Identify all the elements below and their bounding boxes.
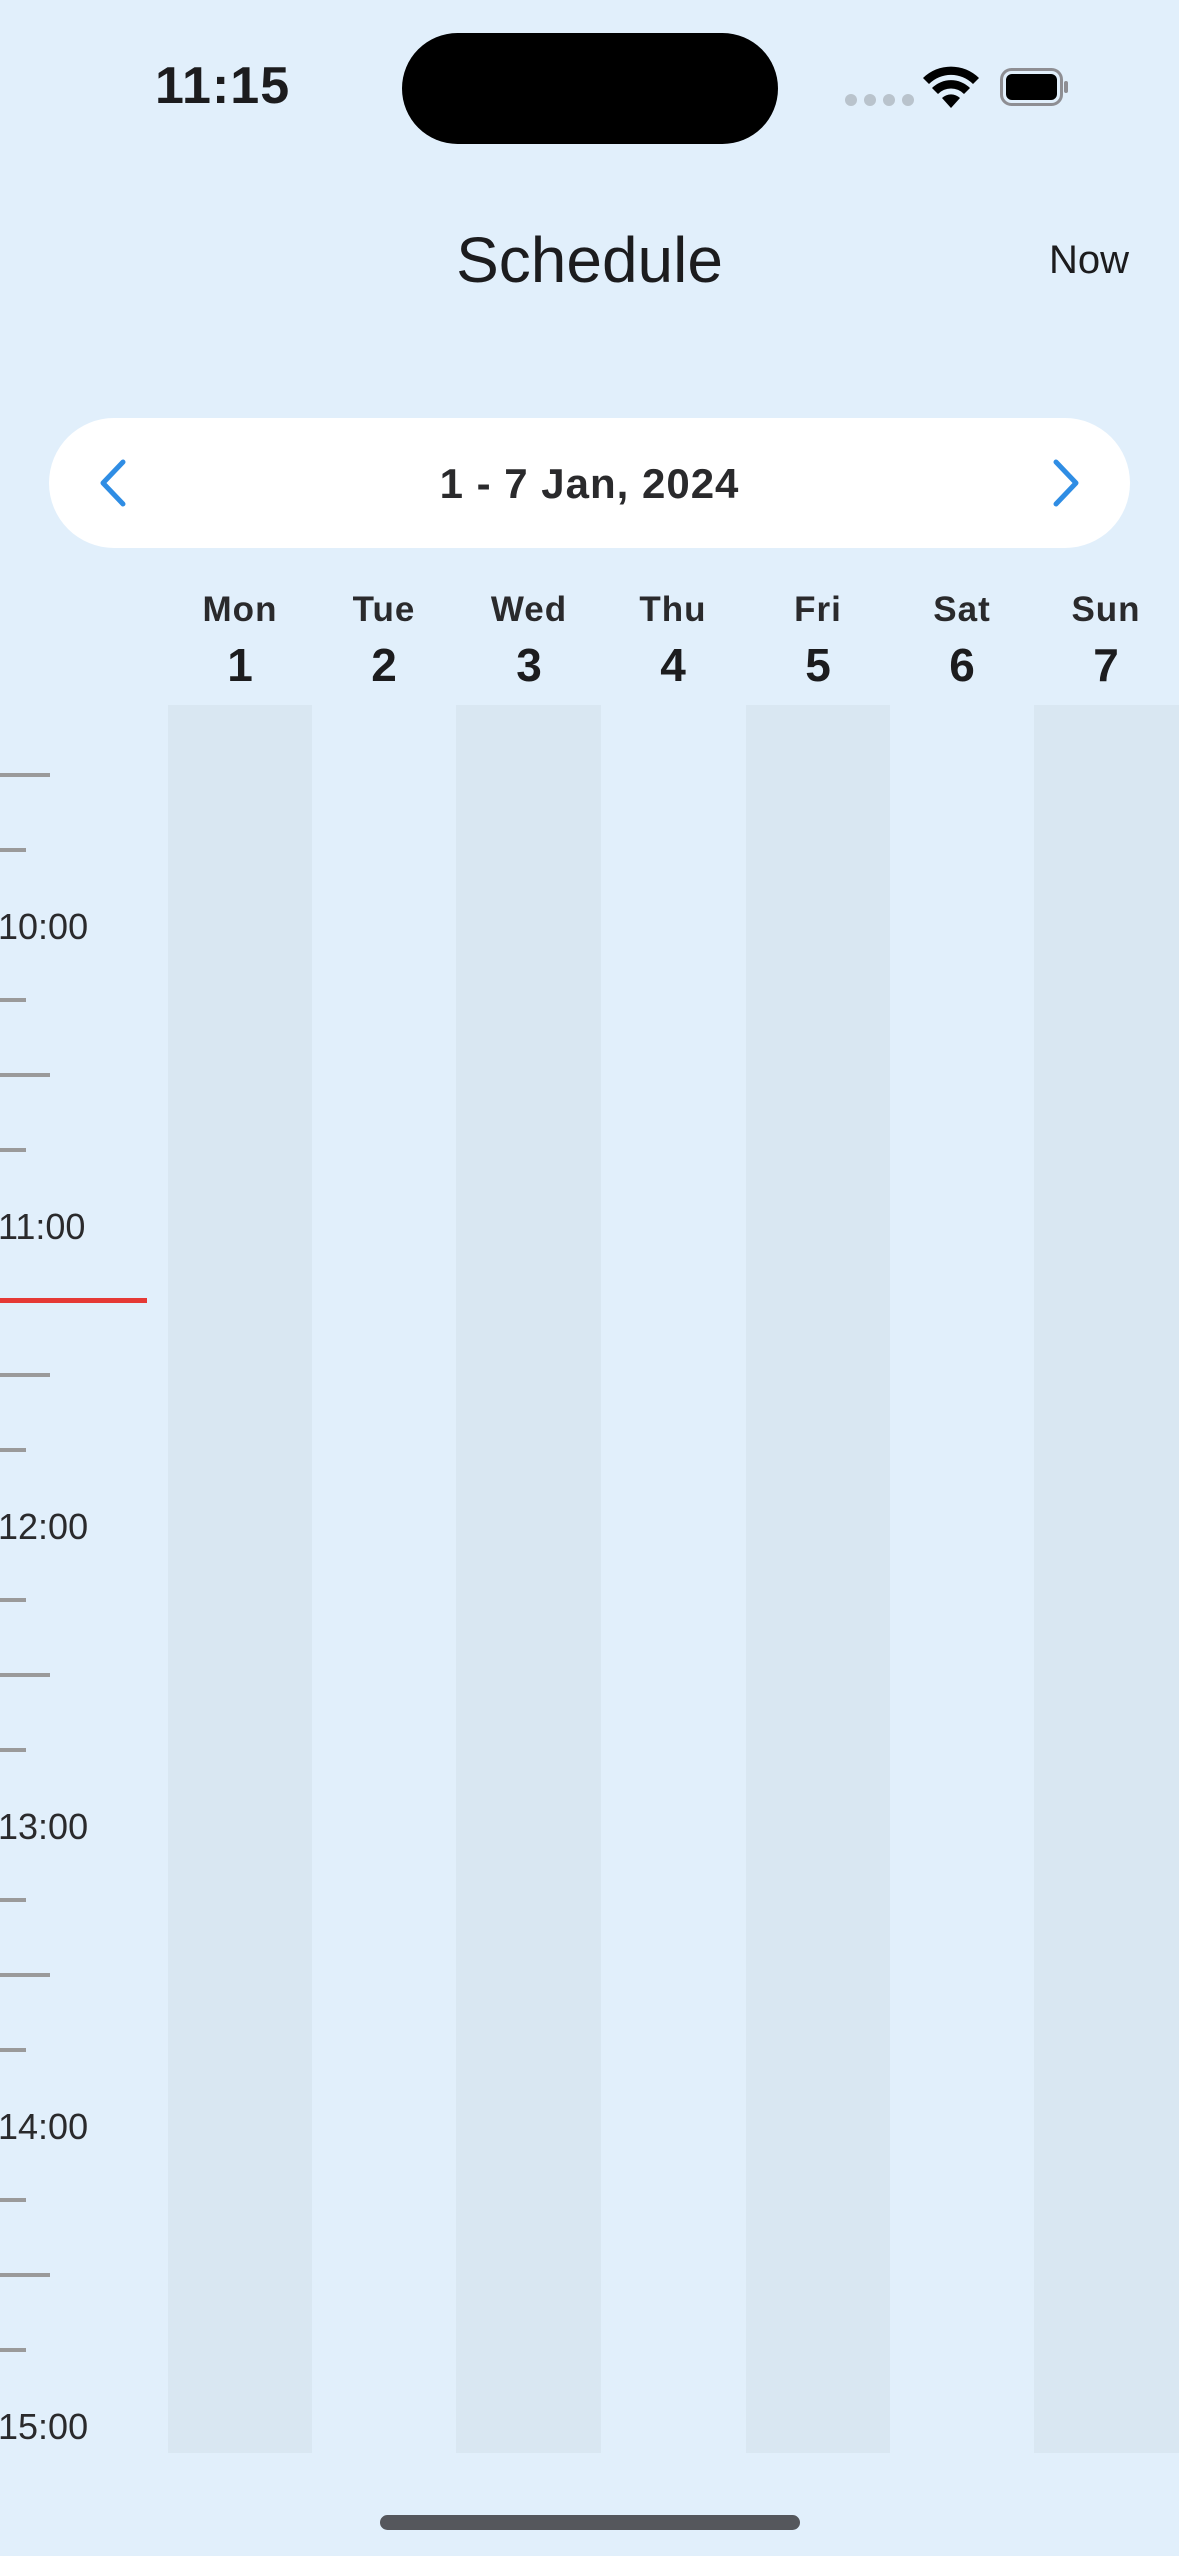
day-header-mon: Mon 1 — [168, 590, 312, 692]
day-name: Sat — [933, 590, 991, 629]
time-tick — [0, 2048, 26, 2052]
time-tick — [0, 2348, 26, 2352]
day-column-sun[interactable] — [1034, 705, 1179, 2453]
time-tick — [0, 848, 26, 852]
day-number: 6 — [949, 639, 975, 691]
current-time-indicator — [0, 1298, 147, 1303]
day-name: Fri — [794, 590, 842, 629]
week-picker: 1 - 7 Jan, 2024 — [49, 418, 1130, 548]
day-column-wed[interactable] — [456, 705, 601, 2453]
day-header-fri: Fri 5 — [746, 590, 890, 692]
day-name: Sun — [1071, 590, 1141, 629]
day-column-mon[interactable] — [168, 705, 312, 2453]
time-tick — [0, 1973, 50, 1977]
hour-label: 15:00 — [0, 2406, 89, 2447]
time-tick — [0, 1598, 26, 1602]
time-tick — [0, 998, 26, 1002]
day-header-sun: Sun 7 — [1034, 590, 1178, 692]
time-tick — [0, 2273, 50, 2277]
wifi-icon — [923, 66, 979, 108]
day-number: 2 — [371, 639, 397, 691]
day-name: Tue — [352, 590, 416, 629]
hour-label: 14:00 — [0, 2106, 89, 2147]
day-name: Wed — [490, 590, 568, 629]
day-name: Thu — [639, 590, 707, 629]
home-indicator[interactable] — [380, 2515, 800, 2530]
day-column-thu[interactable] — [601, 705, 746, 2453]
hour-label: 12:00 — [0, 1506, 89, 1547]
page-title: Schedule — [456, 224, 723, 296]
day-number: 1 — [227, 639, 253, 691]
day-name: Mon — [202, 590, 278, 629]
time-tick — [0, 1898, 26, 1902]
time-tick — [0, 1073, 50, 1077]
day-header-tue: Tue 2 — [312, 590, 456, 692]
day-column-tue[interactable] — [312, 705, 456, 2453]
time-tick — [0, 1373, 50, 1377]
dynamic-island — [402, 33, 778, 144]
hour-label: 13:00 — [0, 1806, 89, 1847]
day-number: 3 — [516, 639, 542, 691]
week-range-label: 1 - 7 Jan, 2024 — [439, 460, 740, 507]
time-tick — [0, 1748, 26, 1752]
status-time: 11:15 — [155, 57, 291, 115]
day-header-wed: Wed 3 — [457, 590, 601, 692]
day-column-sat[interactable] — [890, 705, 1034, 2453]
time-tick — [0, 1148, 26, 1152]
chevron-right-icon[interactable] — [1038, 456, 1092, 510]
schedule-screen: 11:15 Schedule Now 1 - 7 Jan, 2024 Mon 1 — [0, 0, 1179, 2556]
time-tick — [0, 1448, 26, 1452]
hour-label: 10:00 — [0, 906, 89, 947]
day-number: 7 — [1093, 639, 1119, 691]
battery-full-icon — [1000, 68, 1068, 106]
cellular-signal-icon — [845, 94, 914, 106]
time-tick — [0, 2198, 26, 2202]
now-button[interactable]: Now — [1049, 238, 1129, 283]
day-header-thu: Thu 4 — [601, 590, 745, 692]
hour-label: 11:00 — [0, 1206, 86, 1247]
day-number: 5 — [805, 639, 831, 691]
day-column-fri[interactable] — [746, 705, 890, 2453]
day-number: 4 — [660, 639, 686, 691]
time-tick — [0, 1673, 50, 1677]
day-header-sat: Sat 6 — [890, 590, 1034, 692]
time-tick — [0, 773, 50, 777]
